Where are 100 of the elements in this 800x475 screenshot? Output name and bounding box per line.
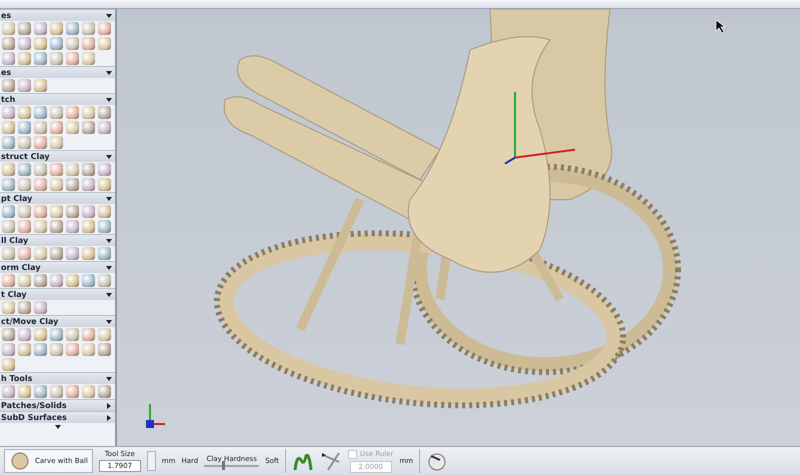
tool-icon[interactable]: [34, 328, 47, 341]
tool-icon[interactable]: [2, 121, 15, 134]
tool-icon[interactable]: [34, 22, 47, 35]
tool-icon[interactable]: [34, 121, 47, 134]
tool-icon[interactable]: [50, 52, 63, 65]
tool-icon[interactable]: [98, 37, 111, 50]
tool-icon[interactable]: [66, 343, 79, 356]
tool-icon[interactable]: [34, 52, 47, 65]
tool-icon[interactable]: [66, 220, 79, 233]
tool-icon[interactable]: [82, 52, 95, 65]
tool-icon[interactable]: [50, 247, 63, 260]
tool-icon[interactable]: [98, 22, 111, 35]
tool-icon[interactable]: [50, 274, 63, 287]
tool-icon[interactable]: [18, 247, 31, 260]
tool-icon[interactable]: [18, 79, 31, 92]
tool-icon[interactable]: [98, 220, 111, 233]
tool-icon[interactable]: [98, 328, 111, 341]
tool-icon[interactable]: [34, 136, 47, 149]
tool-icon[interactable]: [82, 220, 95, 233]
tool-icon[interactable]: [50, 37, 63, 50]
tool-icon[interactable]: [34, 205, 47, 218]
panel-header[interactable]: ll Clay: [0, 234, 115, 246]
tool-icon[interactable]: [66, 121, 79, 134]
tool-icon[interactable]: [2, 178, 15, 191]
tool-icon[interactable]: [50, 163, 63, 176]
tool-icon[interactable]: [82, 328, 95, 341]
tool-icon[interactable]: [50, 343, 63, 356]
tool-icon[interactable]: [82, 22, 95, 35]
panel-header[interactable]: struct Clay: [0, 150, 115, 162]
tool-icon[interactable]: [66, 274, 79, 287]
panel-header[interactable]: SubD Surfaces: [0, 411, 115, 423]
tool-icon[interactable]: [82, 163, 95, 176]
tool-icon[interactable]: [2, 343, 15, 356]
tool-icon[interactable]: [34, 178, 47, 191]
tool-icon[interactable]: [2, 37, 15, 50]
tool-icon[interactable]: [18, 343, 31, 356]
tool-icon[interactable]: [34, 220, 47, 233]
tool-icon[interactable]: [2, 247, 15, 260]
tool-icon[interactable]: [50, 22, 63, 35]
panel-header[interactable]: Patches/Solids: [0, 399, 115, 411]
tool-icon[interactable]: [34, 106, 47, 119]
tool-icon[interactable]: [34, 274, 47, 287]
panel-header[interactable]: pt Clay: [0, 192, 115, 204]
tool-icon[interactable]: [66, 106, 79, 119]
tool-icon[interactable]: [98, 163, 111, 176]
tool-icon[interactable]: [34, 79, 47, 92]
tool-icon[interactable]: [82, 178, 95, 191]
tool-icon[interactable]: [82, 106, 95, 119]
slider-thumb[interactable]: [222, 461, 226, 470]
tool-icon[interactable]: [2, 301, 15, 314]
tool-icon[interactable]: [18, 52, 31, 65]
tool-icon[interactable]: [2, 52, 15, 65]
panel-header[interactable]: orm Clay: [0, 261, 115, 273]
tool-icon[interactable]: [50, 385, 63, 398]
tool-icon[interactable]: [18, 163, 31, 176]
tool-icon[interactable]: [50, 220, 63, 233]
tool-icon[interactable]: [98, 343, 111, 356]
tool-icon[interactable]: [2, 22, 15, 35]
panel-header[interactable]: es: [0, 66, 115, 78]
tool-icon[interactable]: [2, 220, 15, 233]
tool-icon[interactable]: [50, 205, 63, 218]
tool-icon[interactable]: [18, 274, 31, 287]
panel-header[interactable]: tch: [0, 93, 115, 105]
tool-icon[interactable]: [2, 274, 15, 287]
tool-icon[interactable]: [18, 121, 31, 134]
tool-icon[interactable]: [50, 328, 63, 341]
tool-icon[interactable]: [18, 328, 31, 341]
tool-icon[interactable]: [82, 343, 95, 356]
tool-icon[interactable]: [18, 301, 31, 314]
tool-icon[interactable]: [82, 247, 95, 260]
tool-icon[interactable]: [82, 205, 95, 218]
tool-icon[interactable]: [2, 136, 15, 149]
tool-icon[interactable]: [98, 121, 111, 134]
tool-icon[interactable]: [34, 163, 47, 176]
spinner-button[interactable]: [146, 451, 156, 471]
tool-icon[interactable]: [66, 178, 79, 191]
tool-icon[interactable]: [66, 247, 79, 260]
tool-icon[interactable]: [66, 37, 79, 50]
panel-header[interactable]: t Clay: [0, 288, 115, 300]
tool-icon[interactable]: [50, 136, 63, 149]
tool-icon[interactable]: [66, 328, 79, 341]
tool-icon[interactable]: [34, 247, 47, 260]
tool-icon[interactable]: [34, 385, 47, 398]
tool-icon[interactable]: [2, 358, 15, 371]
tool-icon[interactable]: [18, 178, 31, 191]
tool-icon[interactable]: [34, 37, 47, 50]
tool-icon[interactable]: [2, 79, 15, 92]
tool-icon[interactable]: [98, 385, 111, 398]
tool-icon[interactable]: [98, 247, 111, 260]
tool-icon[interactable]: [66, 22, 79, 35]
tool-icon[interactable]: [82, 121, 95, 134]
tool-icon[interactable]: [2, 106, 15, 119]
tool-icon[interactable]: [98, 178, 111, 191]
tool-icon[interactable]: [2, 205, 15, 218]
tool-icon[interactable]: [18, 205, 31, 218]
tool-icon[interactable]: [18, 37, 31, 50]
tool-icon[interactable]: [18, 220, 31, 233]
tool-icon[interactable]: [82, 274, 95, 287]
tool-icon[interactable]: [50, 178, 63, 191]
tool-icon[interactable]: [18, 385, 31, 398]
